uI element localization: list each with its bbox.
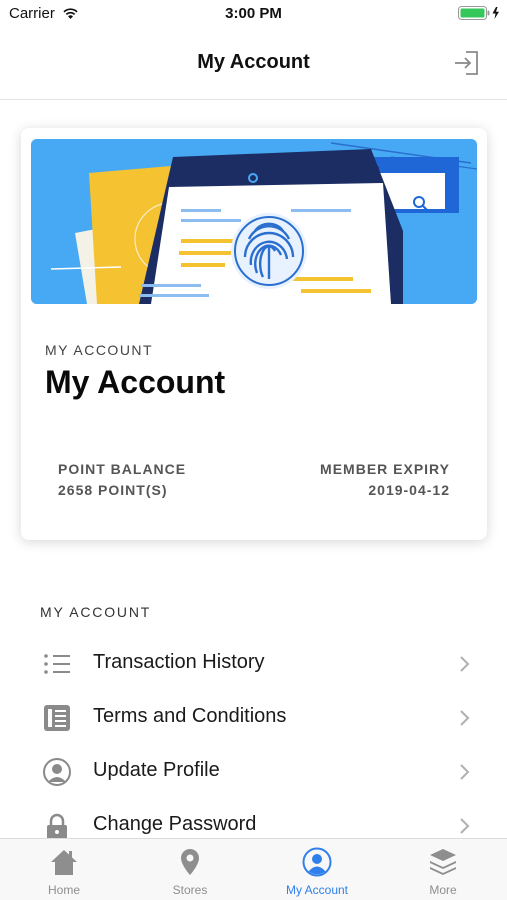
card-kicker: MY ACCOUNT [45,342,154,358]
profile-icon [43,758,71,786]
tab-bar: Home Stores My Account More [0,838,507,900]
person-icon [302,847,332,877]
document-icon [44,705,70,731]
tab-label: More [429,883,457,897]
member-expiry-value: 2019-04-12 [368,482,450,498]
menu-item-label: Change Password [93,813,257,835]
menu-item-label: Update Profile [93,759,220,781]
tab-more[interactable]: More [380,839,506,900]
menu-item-update-profile[interactable]: Update Profile [0,745,507,799]
battery-icon [458,6,499,20]
tab-label: My Account [285,883,349,897]
point-balance-value: 2658 POINT(S) [58,482,168,498]
account-card: MY ACCOUNT My Account POINT BALANCE 2658… [21,128,487,540]
menu-item-terms-and-conditions[interactable]: Terms and Conditions [0,691,507,745]
tab-home[interactable]: Home [1,839,127,900]
chevron-right-icon [460,656,470,672]
logout-icon[interactable] [452,50,480,76]
member-expiry-label: MEMBER EXPIRY [320,461,450,477]
tab-my-account[interactable]: My Account [254,839,380,900]
layers-icon [430,849,456,875]
tab-stores[interactable]: Stores [127,839,253,900]
lock-icon [47,813,67,840]
chevron-right-icon [460,818,470,834]
page-title: My Account [197,51,310,73]
list-icon [44,654,70,674]
point-balance-label: POINT BALANCE [58,461,187,477]
status-bar: Carrier 3:00 PM [0,0,507,28]
location-pin-icon [181,849,199,875]
home-icon [51,850,77,875]
navigation-bar: My Account [0,28,507,100]
account-banner-illustration [31,139,477,304]
chevron-right-icon [460,710,470,726]
menu-item-label: Transaction History [93,651,265,673]
menu-item-transaction-history[interactable]: Transaction History [0,637,507,691]
menu-item-label: Terms and Conditions [93,705,287,727]
section-header: MY ACCOUNT [40,604,152,620]
tab-label: Home [47,883,80,897]
card-title: My Account [45,364,226,400]
chevron-right-icon [460,764,470,780]
tab-label: Stores [172,883,208,897]
status-time: 3:00 PM [225,5,282,22]
